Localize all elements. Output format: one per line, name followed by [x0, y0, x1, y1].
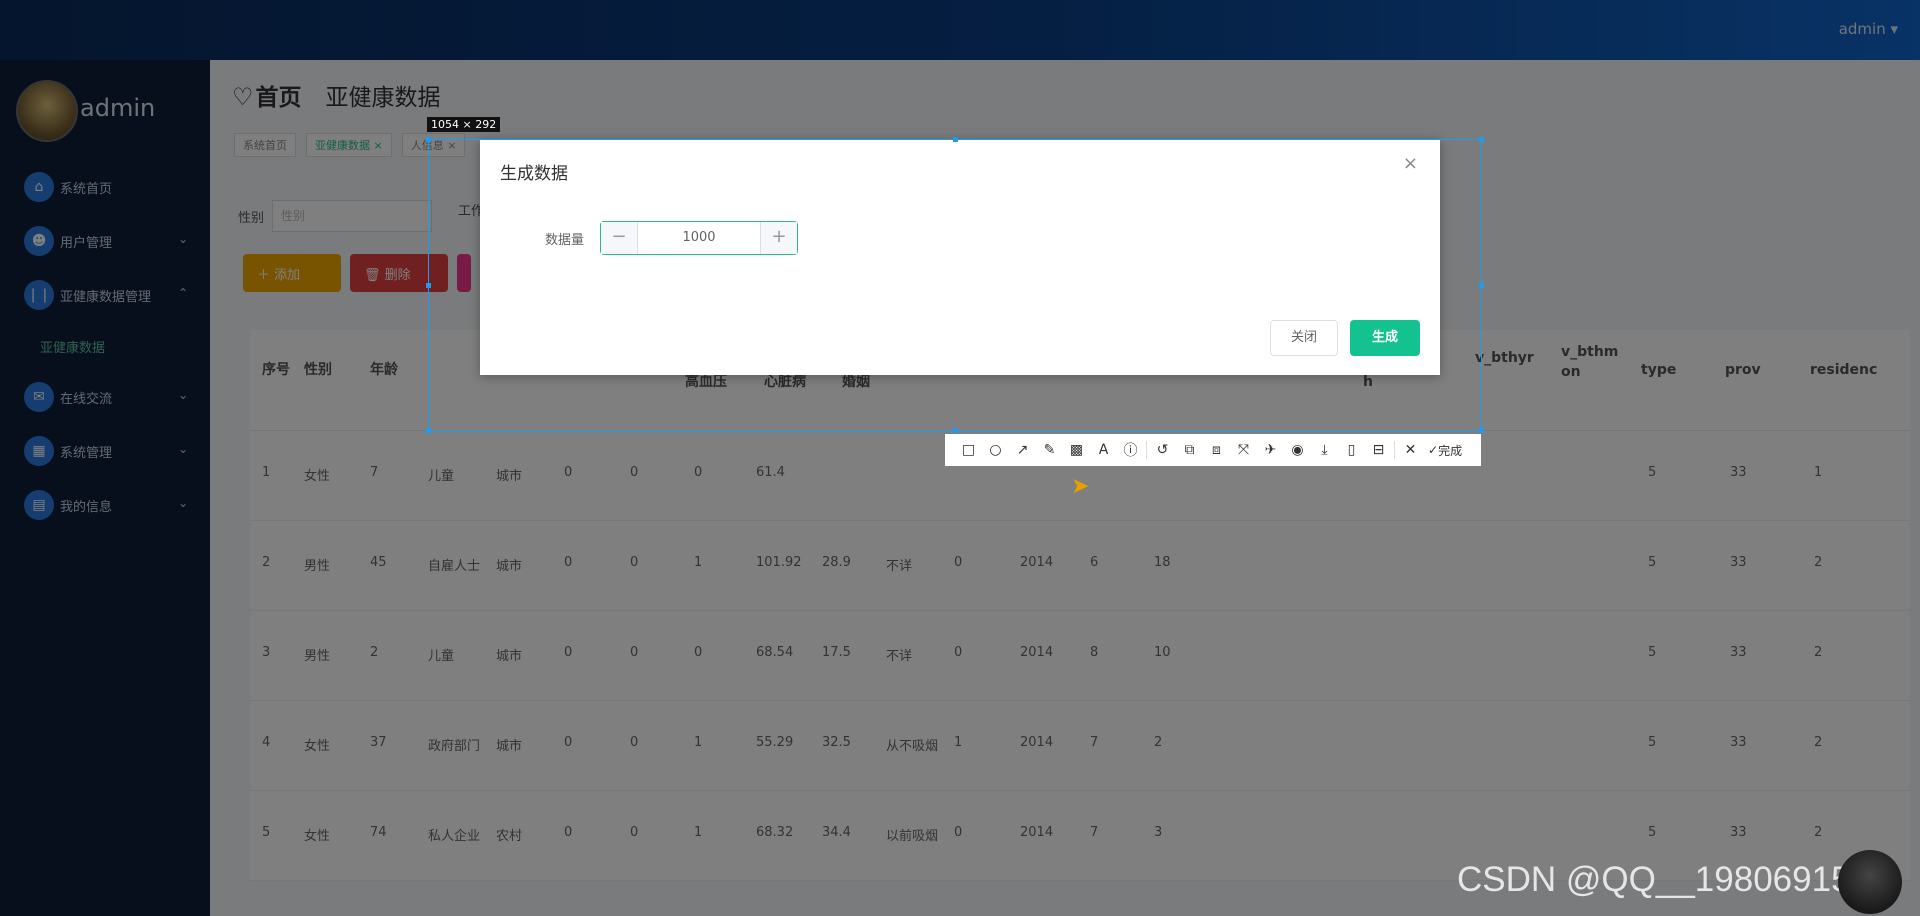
text-icon[interactable]: A: [1090, 434, 1117, 466]
ocr-icon[interactable]: ⤧: [1230, 434, 1257, 466]
toolbar-separator: [1394, 441, 1395, 459]
resize-handle[interactable]: [1479, 137, 1484, 142]
check-icon: ✓: [1428, 443, 1439, 457]
arrow-icon[interactable]: ↗: [1009, 434, 1036, 466]
download-icon[interactable]: ⤓: [1311, 434, 1338, 466]
resize-handle[interactable]: [1479, 428, 1484, 433]
toolbar-separator: [1146, 441, 1147, 459]
pencil-icon[interactable]: ✎: [1036, 434, 1063, 466]
long-shot-icon[interactable]: ▯: [1338, 434, 1365, 466]
done-label: 完成: [1438, 443, 1463, 458]
resize-handle[interactable]: [953, 428, 958, 433]
undo-icon[interactable]: ↺: [1149, 434, 1176, 466]
mouse-cursor-icon: ➤: [1071, 474, 1090, 499]
record-icon[interactable]: ◉: [1284, 434, 1311, 466]
number-icon[interactable]: ⓘ: [1117, 434, 1144, 466]
cut-icon[interactable]: ⧉: [1176, 434, 1203, 466]
selection-size-label: 1054 × 292: [427, 117, 501, 132]
pin-icon[interactable]: ✈: [1257, 434, 1284, 466]
resize-handle[interactable]: [953, 137, 958, 142]
ellipse-icon[interactable]: ○: [982, 434, 1009, 466]
mosaic-icon[interactable]: ▩: [1063, 434, 1090, 466]
watermark: CSDN @QQ__1980691580: [1457, 860, 1890, 899]
translate-icon[interactable]: ⧈: [1203, 434, 1230, 466]
done-button[interactable]: ✓ 完成: [1428, 442, 1462, 459]
resize-handle[interactable]: [426, 428, 431, 433]
resize-handle[interactable]: [426, 283, 431, 288]
cancel-icon[interactable]: ✕: [1397, 434, 1424, 466]
snip-toolbar: □ ○ ↗ ✎ ▩ Aⓘ ↺ ⧉ ⧈ ⤧ ✈ ◉ ⤓ ▯ ⊟ ✕ ✓ 完成: [945, 434, 1481, 466]
rectangle-icon[interactable]: □: [955, 434, 982, 466]
mascot-icon: [1838, 850, 1902, 914]
resize-handle[interactable]: [1479, 283, 1484, 288]
bookmark-icon[interactable]: ⊟: [1365, 434, 1392, 466]
snip-selection[interactable]: [426, 137, 1484, 433]
resize-handle[interactable]: [426, 137, 431, 142]
